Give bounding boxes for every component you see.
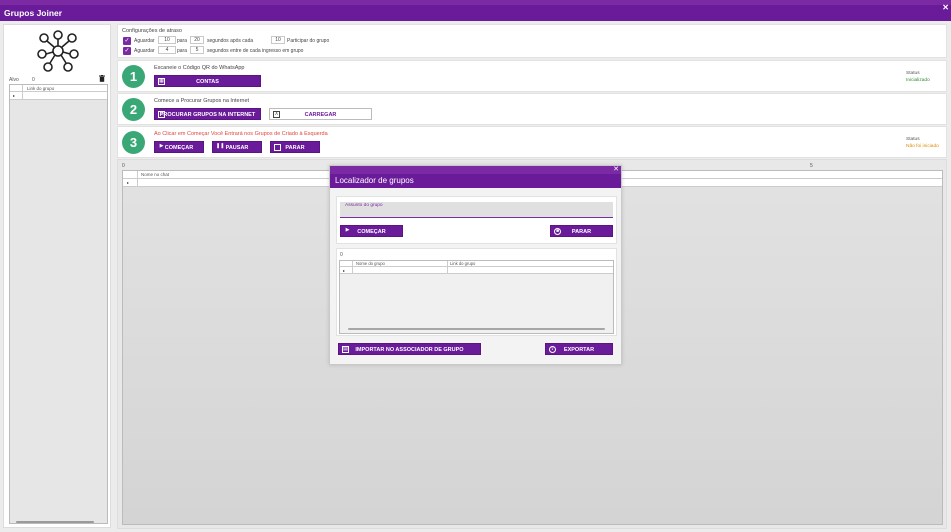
delay-min-input-2[interactable]: 4 bbox=[158, 46, 176, 54]
export-button[interactable]: ⇪ EXPORTAR bbox=[545, 343, 613, 355]
step-1-badge: 1 bbox=[122, 65, 145, 88]
group-subject-input[interactable] bbox=[340, 202, 613, 217]
grid-header-link: Link do grupo bbox=[27, 86, 55, 91]
play-icon: ▶ bbox=[159, 143, 164, 149]
group-links-grid[interactable]: Link do grupo ▸ bbox=[9, 84, 108, 524]
dialog-start-button[interactable]: ▶ COMEÇAR bbox=[340, 225, 403, 237]
sidebar: Alvo 0 Link do grupo ▸ bbox=[3, 24, 111, 528]
step-1-instruction: Escaneie o Código QR do WhatsApp bbox=[154, 65, 245, 71]
step-3-badge: 3 bbox=[122, 131, 145, 154]
dialog-title: Localizador de grupos bbox=[330, 174, 621, 188]
dialog-stop-button[interactable]: ■ PARAR bbox=[550, 225, 613, 237]
group-finder-dialog: ✕ Localizador de grupos ▶ COMEÇAR ■ PARA… bbox=[329, 165, 622, 365]
row-marker-icon: ▸ bbox=[343, 268, 346, 273]
document-icon: ▤ bbox=[342, 346, 349, 353]
play-icon: ▶ bbox=[345, 227, 350, 233]
group-subject-field[interactable] bbox=[340, 202, 613, 218]
step-1-status-value: Inicializado bbox=[906, 78, 930, 83]
load-button-label: CARREGAR bbox=[304, 112, 337, 118]
dialog-search-section: ▶ COMEÇAR ■ PARAR bbox=[336, 196, 617, 244]
row-marker-icon: ▸ bbox=[127, 180, 130, 185]
export-icon: ⇪ bbox=[549, 346, 556, 353]
row-marker-icon: ▸ bbox=[13, 93, 16, 98]
grid-col-divider bbox=[352, 261, 353, 274]
step-3-instruction: Ao Clicar em Começar Você Entrará nos Gr… bbox=[154, 131, 328, 137]
right-count: 5 bbox=[810, 163, 813, 169]
dialog-stop-label: PARAR bbox=[571, 229, 592, 235]
results-grid[interactable]: Nome do grupo Link do grupo ▸ bbox=[339, 260, 614, 334]
dialog-results-section: 0 Nome do grupo Link do grupo ▸ bbox=[336, 248, 617, 336]
left-count: 0 bbox=[122, 163, 125, 169]
seconds-between-label: segundos entre de cada ingresso em grupo bbox=[207, 48, 304, 54]
delay-max-input-2[interactable]: 5 bbox=[190, 46, 204, 54]
load-button[interactable]: X CARREGAR bbox=[269, 108, 372, 120]
dialog-top-strip: ✕ bbox=[330, 166, 621, 174]
table-row[interactable]: ▸ bbox=[340, 267, 613, 274]
target-value: 0 bbox=[32, 77, 35, 83]
sidebar-scrollbar[interactable] bbox=[16, 521, 94, 523]
target-label: Alvo bbox=[9, 77, 19, 83]
delay-max-input-1[interactable]: 20 bbox=[190, 36, 204, 44]
wait-label-1: Aguardar bbox=[134, 38, 155, 44]
accounts-button-label: CONTAS bbox=[196, 79, 219, 85]
app-titlebar: Grupos Joiner ✕ bbox=[0, 4, 951, 21]
groups-count-input[interactable]: 10 bbox=[271, 36, 285, 44]
step-3-status-label: Status bbox=[906, 137, 920, 142]
network-people-icon bbox=[37, 30, 79, 72]
import-button-label: IMPORTAR NO ASSOCIADOR DE GRUPO bbox=[355, 347, 464, 353]
pause-button[interactable]: ❚❚ PAUSAR bbox=[212, 141, 262, 153]
grid-col-divider bbox=[137, 171, 138, 187]
search-groups-button[interactable]: ↗ PROCURAR GRUPOS NA INTERNET bbox=[154, 108, 261, 120]
delay-min-input-1[interactable]: 10 bbox=[158, 36, 176, 44]
external-link-icon: ↗ bbox=[158, 111, 165, 118]
step-2-instruction: Comece a Procurar Grupos na Internet bbox=[154, 98, 250, 104]
pause-button-label: PAUSAR bbox=[225, 145, 249, 151]
to-label-1: para bbox=[177, 38, 188, 44]
delay-config-panel: Configurações de atraso ✓ Aguardar 10 pa… bbox=[117, 24, 947, 58]
dialog-start-label: COMEÇAR bbox=[357, 229, 386, 235]
grid-col-divider bbox=[447, 261, 448, 274]
stop-button-label: PARAR bbox=[285, 145, 305, 151]
grid-header-chat-name: Nome no chat bbox=[141, 172, 170, 177]
step-2-badge: 2 bbox=[122, 98, 145, 121]
table-row[interactable]: ▸ bbox=[10, 92, 107, 100]
accounts-button[interactable]: ▦ CONTAS bbox=[154, 75, 261, 87]
results-count: 0 bbox=[340, 252, 343, 258]
stop-button[interactable]: PARAR bbox=[270, 141, 320, 153]
start-button[interactable]: ▶ COMEÇAR bbox=[154, 141, 204, 153]
step-1-status-label: Status bbox=[906, 71, 920, 76]
results-scrollbar[interactable] bbox=[348, 328, 605, 330]
pause-icon: ❚❚ bbox=[216, 143, 225, 149]
step-3-status-value: Não foi iniciado bbox=[906, 144, 939, 149]
config-title: Configurações de atraso bbox=[122, 28, 182, 34]
import-button[interactable]: ▤ IMPORTAR NO ASSOCIADOR DE GRUPO bbox=[338, 343, 481, 355]
export-button-label: EXPORTAR bbox=[563, 347, 595, 353]
wait-label-2: Aguardar bbox=[134, 48, 155, 54]
excel-icon: X bbox=[273, 111, 280, 118]
dialog-close-icon[interactable]: ✕ bbox=[613, 166, 619, 174]
join-group-label: Participar do grupo bbox=[287, 38, 330, 44]
step-1-panel: 1 Escaneie o Código QR do WhatsApp ▦ CON… bbox=[117, 60, 947, 92]
step-3-panel: 3 Ao Clicar em Começar Você Entrará nos … bbox=[117, 126, 947, 158]
delay-checkbox-1[interactable]: ✓ bbox=[123, 37, 131, 45]
start-button-label: COMEÇAR bbox=[164, 145, 194, 151]
stop-icon bbox=[274, 144, 281, 151]
trash-icon[interactable] bbox=[99, 75, 105, 82]
search-groups-label: PROCURAR GRUPOS NA INTERNET bbox=[159, 112, 256, 118]
seconds-label-1: segundos após cada bbox=[207, 38, 254, 44]
grid-header: Link do grupo bbox=[10, 85, 107, 92]
app-title: Grupos Joiner bbox=[4, 8, 63, 18]
window-close-icon[interactable]: ✕ bbox=[942, 4, 949, 12]
grid-col-divider bbox=[22, 85, 23, 100]
qr-icon: ▦ bbox=[158, 78, 165, 85]
to-label-2: para bbox=[177, 48, 188, 54]
step-2-panel: 2 Comece a Procurar Grupos na Internet ↗… bbox=[117, 93, 947, 125]
stop-circle-icon: ■ bbox=[554, 228, 561, 235]
delay-checkbox-2[interactable]: ✓ bbox=[123, 47, 131, 55]
